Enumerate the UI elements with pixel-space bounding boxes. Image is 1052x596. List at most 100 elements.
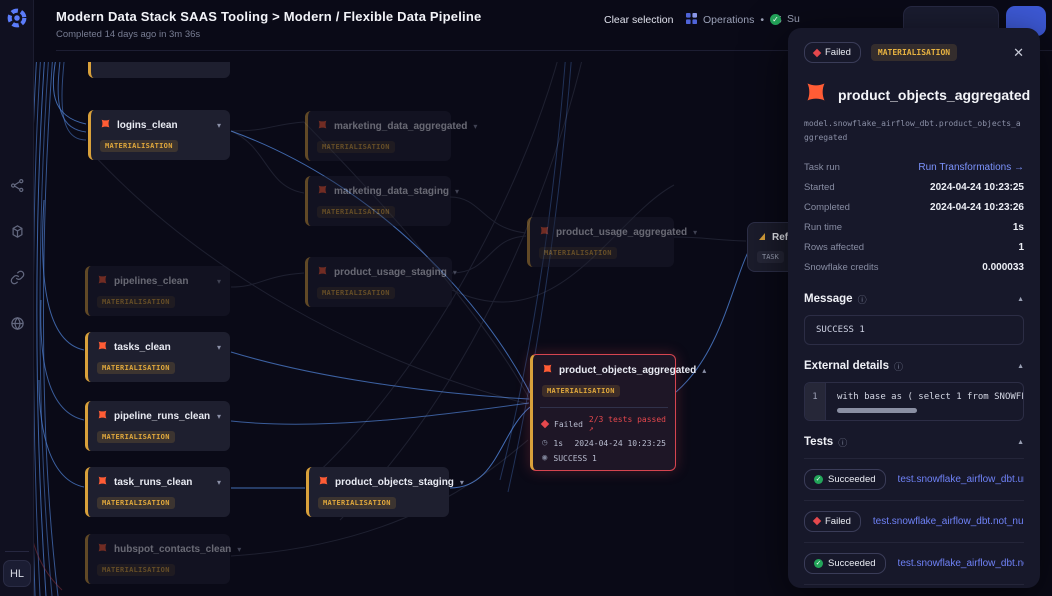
status-dot-icon: ◉ (542, 454, 547, 463)
check-circle-icon: ✓ (814, 475, 823, 484)
collapse-icon[interactable]: ▲ (1017, 296, 1024, 303)
dag-node-product_objects_staging[interactable]: product_objects_staging ▾ MATERIALISATIO… (306, 467, 449, 517)
materialisation-badge: MATERIALISATION (97, 564, 175, 576)
dbt-icon (100, 116, 111, 134)
user-avatar[interactable]: HL (3, 560, 31, 587)
chevron-down-icon[interactable]: ▾ (693, 228, 697, 237)
dbt-icon (542, 361, 553, 379)
success-filter[interactable]: ✓ Su (770, 13, 800, 25)
chevron-down-icon[interactable]: ▾ (217, 121, 221, 130)
check-circle-icon: ✓ (770, 14, 781, 25)
chevron-up-icon[interactable]: ▴ (702, 366, 706, 375)
detail-value: 1s (1013, 222, 1024, 233)
dag-node-tasks_clean[interactable]: tasks_clean ▾ MATERIALISATION (85, 332, 230, 382)
task-badge: TASK (757, 251, 784, 263)
chevron-down-icon[interactable]: ▾ (473, 122, 477, 131)
dbt-icon (317, 182, 328, 200)
globe-icon[interactable] (10, 316, 25, 331)
node-title: product_objects_aggregated (559, 365, 696, 376)
tests-summary-link[interactable]: 2/3 tests passed ↗ (589, 415, 666, 433)
chevron-down-icon[interactable]: ▾ (453, 268, 457, 277)
chevron-down-icon[interactable]: ▾ (217, 277, 221, 286)
test-status-badge: ✓ Succeeded (804, 469, 886, 490)
dag-node-product_objects_aggregated-selected[interactable]: product_objects_aggregated ▴ MATERIALISA… (530, 354, 676, 471)
node-title: pipeline_runs_clean (114, 411, 210, 422)
test-status-label: Failed (825, 516, 851, 527)
dag-node-product_usage_staging[interactable]: product_usage_staging ▾ MATERIALISATION (305, 257, 452, 307)
breadcrumb[interactable]: Modern Data Stack SAAS Tooling > Modern … (56, 9, 481, 24)
dag-icon[interactable] (10, 178, 25, 193)
dbt-icon (97, 338, 108, 356)
dbt-icon (318, 473, 329, 491)
close-icon[interactable]: ✕ (1013, 45, 1024, 61)
test-link[interactable]: test.snowflake_airflow_dbt.not_null_pr (898, 558, 1024, 569)
node-title: product_usage_staging (334, 267, 447, 278)
node-title: tasks_clean (114, 342, 171, 353)
message-box: SUCCESS 1 (804, 315, 1024, 345)
detail-row: Run time 1s (804, 218, 1024, 238)
dag-node-pipelines_clean[interactable]: pipelines_clean ▾ MATERIALISATION (85, 266, 230, 316)
app-logo[interactable] (6, 7, 28, 29)
divider (540, 407, 668, 408)
detail-label: Completed (804, 202, 850, 213)
dag-node-product_usage_aggregated[interactable]: product_usage_aggregated ▾ MATERIALISATI… (527, 217, 674, 267)
test-link[interactable]: test.snowflake_airflow_dbt.unique_pro (898, 474, 1024, 485)
node-timestamp: 2024-04-24 10:23:25 (574, 439, 666, 448)
success-label-fragment: Su (787, 13, 800, 25)
detail-value: 1 (1018, 242, 1024, 253)
dag-node-task_runs_clean[interactable]: task_runs_clean ▾ MATERIALISATION (85, 467, 230, 517)
detail-label: Snowflake credits (804, 262, 878, 273)
info-icon: ⓘ (894, 360, 903, 373)
test-row: Failed test.snowflake_airflow_dbt.not_nu… (804, 501, 1024, 543)
model-path: model.snowflake_airflow_dbt.product_obje… (804, 117, 1024, 146)
materialisation-badge: MATERIALISATION (871, 44, 957, 61)
node-runtime: 1s (553, 439, 563, 448)
detail-value: 2024-04-24 10:23:26 (930, 202, 1024, 213)
chevron-down-icon[interactable]: ▾ (217, 343, 221, 352)
info-icon: ⓘ (858, 293, 867, 306)
chevron-down-icon[interactable]: ▾ (217, 412, 221, 421)
dbt-icon (317, 117, 328, 135)
horizontal-scrollbar[interactable] (837, 408, 917, 413)
chevron-down-icon[interactable]: ▾ (217, 478, 221, 487)
dag-node-marketing_data_staging[interactable]: marketing_data_staging ▾ MATERIALISATION (305, 176, 451, 226)
dag-node-marketing_data_aggregated[interactable]: marketing_data_aggregated ▾ MATERIALISAT… (305, 111, 451, 161)
info-icon: ⓘ (838, 436, 847, 449)
detail-row: Snowflake credits 0.000033 (804, 258, 1024, 278)
chevron-down-icon[interactable]: ▾ (237, 545, 241, 554)
dbt-icon (97, 473, 108, 491)
materialisation-badge: MATERIALISATION (317, 206, 395, 218)
clear-selection-button[interactable]: Clear selection (604, 14, 673, 26)
dag-node-hubspot_contacts_clean[interactable]: hubspot_contacts_clean ▾ MATERIALISATION (85, 534, 230, 584)
node-title: marketing_data_aggregated (334, 121, 467, 132)
task-run-link[interactable]: Run Transformations → (918, 162, 1024, 173)
detail-value: 2024-04-24 10:23:25 (930, 182, 1024, 193)
dbt-icon (804, 80, 828, 109)
link-icon[interactable] (10, 270, 25, 285)
materialisation-badge: MATERIALISATION (542, 385, 620, 397)
node-title: product_objects_staging (335, 477, 454, 488)
materialisation-badge: MATERIALISATION (100, 140, 178, 152)
run-summary: Completed 14 days ago in 3m 36s (56, 29, 200, 40)
detail-label: Task run (804, 162, 840, 173)
chevron-down-icon[interactable]: ▾ (460, 478, 464, 487)
node-message: SUCCESS 1 (553, 454, 596, 463)
cube-icon[interactable] (10, 224, 25, 239)
line-number: 1 (805, 383, 826, 420)
test-status-badge: Failed (804, 511, 861, 532)
test-status-badge: ✓ Succeeded (804, 553, 886, 574)
dag-node-logins_clean[interactable]: logins_clean ▾ MATERIALISATION (88, 110, 230, 160)
operations-filter[interactable]: Operations • 35 (686, 13, 782, 27)
collapse-icon[interactable]: ▲ (1017, 439, 1024, 446)
test-link[interactable]: test.snowflake_airflow_dbt.not_null_pr (873, 516, 1024, 527)
collapse-icon[interactable]: ▲ (1017, 363, 1024, 370)
dbt-icon (97, 272, 108, 290)
materialisation-badge: MATERIALISATION (97, 497, 175, 509)
chevron-down-icon[interactable]: ▾ (455, 187, 459, 196)
dag-node-pipeline_runs_clean[interactable]: pipeline_runs_clean ▾ MATERIALISATION (85, 401, 230, 451)
failed-diamond-icon (813, 48, 821, 56)
detail-label: Rows affected (804, 242, 864, 253)
materialisation-badge: MATERIALISATION (317, 141, 395, 153)
message-section-title: Message (804, 293, 853, 305)
node-status: Failed (554, 420, 583, 429)
